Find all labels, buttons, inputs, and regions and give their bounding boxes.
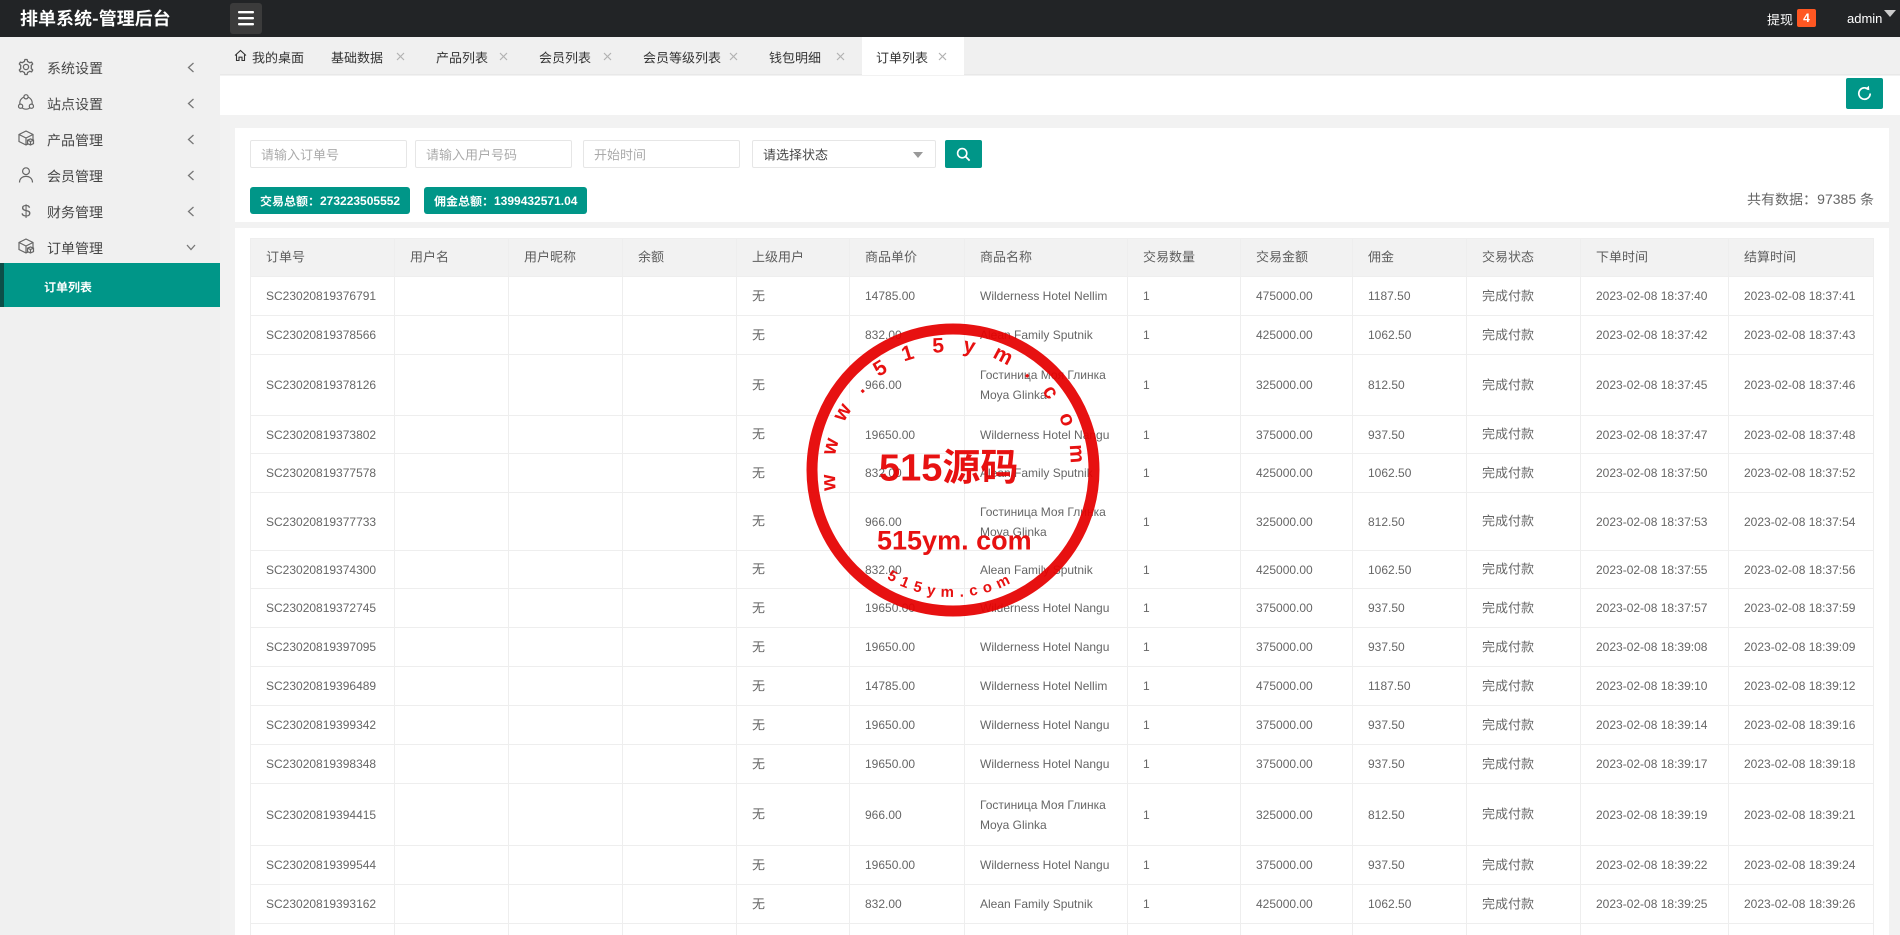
svg-text:515ym.com: 515ym.com (885, 567, 1018, 601)
svg-text:515: 515 (879, 447, 942, 489)
svg-text:www.515ym.com: www.515ym.com (817, 333, 1090, 492)
svg-text:$: $ (21, 202, 31, 220)
svg-text:515ym. com: 515ym. com (877, 526, 1032, 556)
